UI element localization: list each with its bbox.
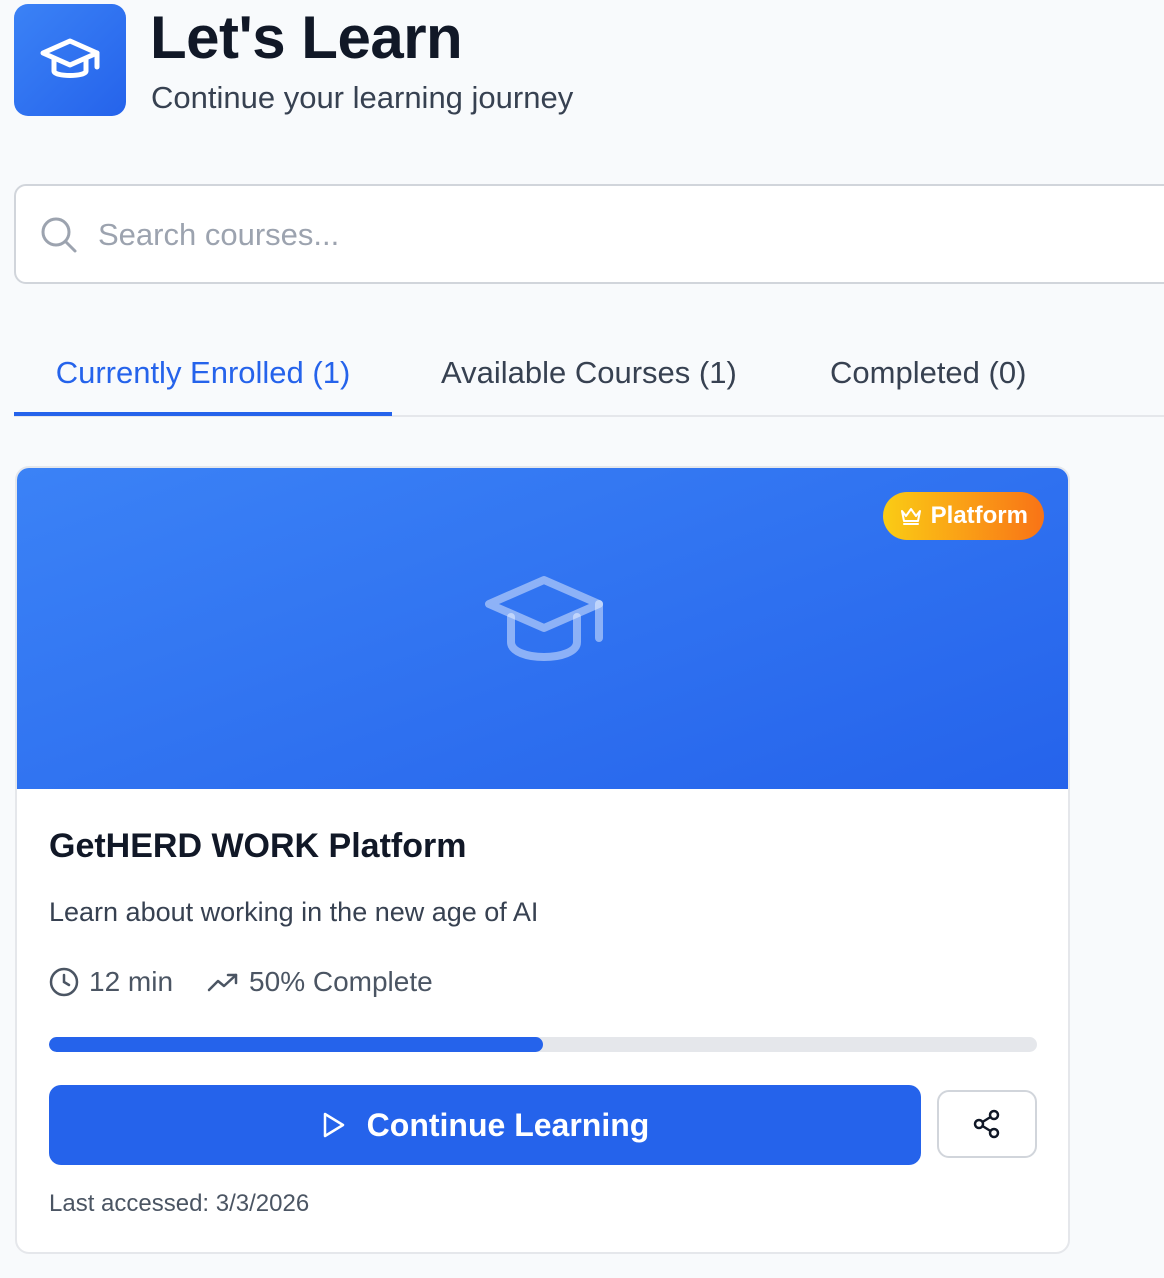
progress-label: 50% Complete bbox=[249, 966, 433, 997]
progress-bar-fill bbox=[49, 1037, 543, 1052]
page-title: Let's Learn bbox=[150, 4, 463, 71]
graduation-cap-icon bbox=[40, 38, 100, 78]
category-badge-label: Platform bbox=[930, 502, 1028, 529]
search-box[interactable] bbox=[14, 184, 1164, 284]
course-description: Learn about working in the new age of AI bbox=[49, 897, 539, 927]
continue-learning-button[interactable]: Continue Learning bbox=[49, 1085, 921, 1165]
trending-up-icon bbox=[207, 973, 238, 992]
tab-completed[interactable]: Completed (0) bbox=[830, 332, 1026, 416]
tab-currently-enrolled[interactable]: Currently Enrolled (1) bbox=[14, 332, 392, 416]
course-card[interactable]: Platform GetHERD WORK Platform Learn abo… bbox=[15, 466, 1070, 1254]
play-icon bbox=[323, 1112, 344, 1138]
course-tabs: Currently Enrolled (1) Available Courses… bbox=[14, 332, 1164, 417]
search-input[interactable] bbox=[96, 208, 996, 262]
course-banner: Platform bbox=[17, 468, 1068, 789]
graduation-cap-icon bbox=[485, 576, 603, 661]
duration-label: 12 min bbox=[89, 966, 174, 997]
course-meta: 12 min 50% Complete bbox=[49, 966, 467, 998]
tab-available-courses[interactable]: Available Courses (1) bbox=[441, 332, 737, 416]
clock-icon bbox=[49, 967, 79, 997]
course-progress-text: 50% Complete bbox=[207, 966, 433, 998]
progress-bar bbox=[49, 1037, 1037, 1052]
course-title: GetHERD WORK Platform bbox=[49, 827, 467, 865]
course-duration: 12 min bbox=[49, 966, 173, 998]
search-icon bbox=[41, 217, 77, 253]
share-button[interactable] bbox=[937, 1090, 1037, 1158]
app-logo bbox=[14, 4, 126, 116]
category-badge: Platform bbox=[882, 492, 1044, 540]
crown-icon bbox=[900, 508, 921, 525]
last-accessed: Last accessed: 3/3/2026 bbox=[49, 1190, 310, 1217]
share-icon bbox=[973, 1109, 1000, 1139]
page-subtitle: Continue your learning journey bbox=[151, 80, 574, 115]
continue-learning-label: Continue Learning bbox=[366, 1106, 650, 1143]
